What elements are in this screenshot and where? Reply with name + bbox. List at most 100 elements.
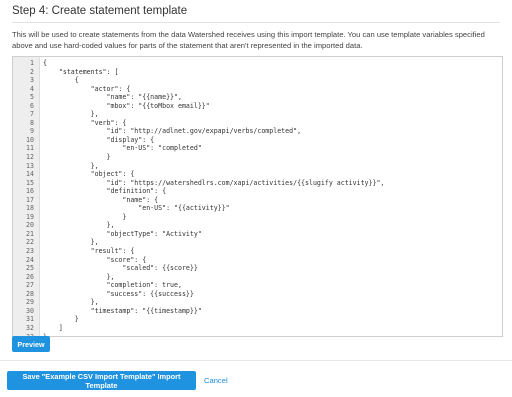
line-number: 32	[26, 323, 34, 332]
code-line-text: "result": {	[43, 247, 135, 256]
line-number: 3	[30, 76, 34, 85]
code-line-text: "score": {	[43, 255, 147, 264]
code-line: 15 "id": "https://watershedlrs.com/xapi/…	[13, 179, 502, 188]
code-line: 25 "scaled": {{score}}	[13, 264, 502, 273]
code-line: 13 },	[13, 162, 502, 171]
line-number: 19	[26, 212, 34, 221]
line-number: 4	[30, 84, 34, 93]
code-line: 29 },	[13, 298, 502, 307]
line-number: 12	[26, 153, 34, 162]
line-number: 15	[26, 178, 34, 187]
code-line: 19 }	[13, 213, 502, 222]
code-line-text: "id": "https://watershedlrs.com/xapi/act…	[43, 178, 385, 187]
code-line-text: {	[43, 59, 47, 67]
code-line: 20 },	[13, 221, 502, 230]
line-number: 8	[30, 118, 34, 127]
line-number: 14	[26, 170, 34, 179]
line-number: 23	[26, 247, 34, 256]
line-number: 6	[30, 101, 34, 110]
line-number: 29	[26, 298, 34, 307]
code-line-text: "success": {{success}}	[43, 289, 194, 298]
line-number: 27	[26, 281, 34, 290]
line-number: 20	[26, 221, 34, 230]
code-line: 8 "verb": {	[13, 119, 502, 128]
code-line-text: }	[43, 212, 127, 221]
line-number: 25	[26, 264, 34, 273]
line-number: 11	[26, 144, 34, 153]
code-line: 6 "mbox": "{{toMbox email}}"	[13, 102, 502, 111]
code-line-text: "name": "{{name}}",	[43, 93, 182, 102]
line-number: 18	[26, 204, 34, 213]
code-line-text: "object": {	[43, 170, 135, 179]
code-line: 23 "result": {	[13, 247, 502, 256]
code-line: 11 "en-US": "completed"	[13, 144, 502, 153]
code-line: 17 "name": {	[13, 196, 502, 205]
code-line: 21 "objectType": "Activity"	[13, 230, 502, 239]
line-number: 2	[30, 67, 34, 76]
code-line: 28 "success": {{success}}	[13, 290, 502, 299]
code-line-text: "en-US": "completed"	[43, 144, 202, 153]
save-import-template-button[interactable]: Save "Example CSV Import Template" Impor…	[7, 371, 196, 390]
code-line: 4 "actor": {	[13, 85, 502, 94]
cancel-link[interactable]: Cancel	[204, 376, 228, 385]
code-line-text: }	[43, 153, 111, 162]
code-line-text: "objectType": "Activity"	[43, 229, 202, 238]
code-line-text: },	[43, 110, 99, 119]
footer-divider	[0, 360, 512, 361]
code-line-text: }	[43, 315, 79, 324]
code-line-text: "statements": [	[43, 67, 119, 76]
line-number: 16	[26, 187, 34, 196]
code-line-text: ]	[43, 323, 63, 332]
code-line: 14 "object": {	[13, 170, 502, 179]
code-line-text: },	[43, 272, 115, 281]
code-line: 9 "id": "http://adlnet.gov/expapi/verbs/…	[13, 127, 502, 136]
code-line: 26 },	[13, 273, 502, 282]
code-line: 22 },	[13, 238, 502, 247]
code-line: 12 }	[13, 153, 502, 162]
code-line-text: "display": {	[43, 135, 155, 144]
code-line-text: },	[43, 161, 99, 170]
code-line: 16 "definition": {	[13, 187, 502, 196]
line-number: 5	[30, 93, 34, 102]
line-number: 17	[26, 195, 34, 204]
statement-template-editor[interactable]: 1{2 "statements": [3 {4 "actor": {5 "nam…	[12, 56, 503, 337]
code-line: 30 "timestamp": "{{timestamp}}"	[13, 307, 502, 316]
code-line: 33}	[13, 333, 502, 337]
code-lines: 1{2 "statements": [3 {4 "actor": {5 "nam…	[13, 59, 502, 337]
preview-button[interactable]: Preview	[12, 336, 50, 352]
title-divider	[12, 22, 500, 23]
line-number: 24	[26, 255, 34, 264]
line-number: 31	[26, 315, 34, 324]
code-line-text: "verb": {	[43, 118, 127, 127]
line-number: 30	[26, 306, 34, 315]
step-title: Step 4: Create statement template	[12, 5, 188, 17]
step-description: This will be used to create statements f…	[12, 30, 485, 50]
code-line-text: "id": "http://adlnet.gov/expapi/verbs/co…	[43, 127, 302, 136]
code-line: 5 "name": "{{name}}",	[13, 93, 502, 102]
code-line-text: {	[43, 76, 79, 85]
code-line: 18 "en-US": "{{activity}}"	[13, 204, 502, 213]
line-number: 21	[26, 229, 34, 238]
code-line: 10 "display": {	[13, 136, 502, 145]
code-line-text: },	[43, 298, 99, 307]
line-number: 7	[30, 110, 34, 119]
code-line-text: },	[43, 221, 115, 230]
code-line-text: },	[43, 238, 99, 247]
code-line-text: "completion": true,	[43, 281, 182, 290]
code-line: 3 {	[13, 76, 502, 85]
line-number: 26	[26, 272, 34, 281]
code-line-text: "definition": {	[43, 187, 167, 196]
code-line-text: "actor": {	[43, 84, 131, 93]
code-line: 1{	[13, 59, 502, 68]
line-number: 28	[26, 289, 34, 298]
line-number: 9	[30, 127, 34, 136]
code-line: 7 },	[13, 110, 502, 119]
code-line-text: "timestamp": "{{timestamp}}"	[43, 306, 202, 315]
line-number: 1	[30, 59, 34, 67]
line-number: 22	[26, 238, 34, 247]
code-line: 24 "score": {	[13, 256, 502, 265]
line-number: 13	[26, 161, 34, 170]
line-number: 10	[26, 135, 34, 144]
code-line: 32 ]	[13, 324, 502, 333]
code-line-text: "mbox": "{{toMbox email}}"	[43, 101, 210, 110]
